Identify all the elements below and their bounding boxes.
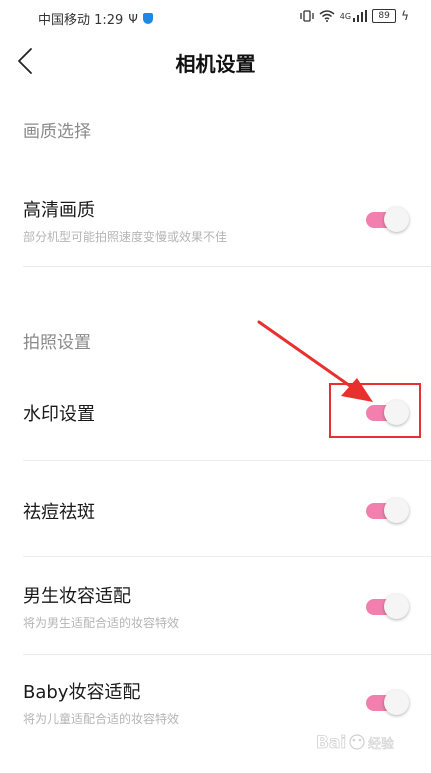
setting-label: Baby妆容适配 — [23, 682, 141, 703]
setting-row-hd-quality: 高清画质 部分机型可能拍照速度变慢或效果不佳 — [0, 190, 431, 266]
status-bar: 中国移动 1:29 Ψ 4G 89 ϟ — [0, 0, 431, 34]
setting-subtitle: 将为儿童适配合适的妆容特效 — [23, 712, 180, 726]
svg-text:Bai: Bai — [316, 733, 346, 753]
battery-level: 89 — [378, 11, 390, 21]
toggle-knob — [384, 690, 409, 715]
status-left: 中国移动 1:29 Ψ — [38, 9, 153, 28]
male-makeup-toggle[interactable] — [366, 594, 409, 619]
charging-icon: ϟ — [401, 9, 409, 23]
setting-label: 高清画质 — [23, 200, 95, 221]
status-right: 4G 89 ϟ — [300, 9, 409, 23]
hd-quality-toggle[interactable] — [366, 207, 409, 232]
setting-subtitle: 部分机型可能拍照速度变慢或效果不佳 — [23, 230, 228, 244]
setting-label: 男生妆容适配 — [23, 586, 131, 607]
divider — [23, 460, 431, 461]
baidu-watermark-logo: Bai 经验 — [316, 733, 394, 754]
section-title-photo: 拍照设置 — [23, 333, 91, 353]
header: 相机设置 — [0, 34, 431, 90]
carrier-time: 中国移动 1:29 — [38, 13, 124, 28]
toggle-knob — [384, 207, 409, 232]
signal-icon — [353, 10, 368, 22]
toggle-knob — [384, 594, 409, 619]
divider — [23, 654, 431, 655]
baby-makeup-toggle[interactable] — [366, 690, 409, 715]
setting-row-acne-removal: 祛痘祛斑 — [0, 470, 431, 556]
section-title-quality: 画质选择 — [23, 122, 91, 142]
usb-icon: Ψ — [128, 11, 138, 26]
annotation-arrow-icon — [257, 320, 373, 402]
wifi-icon — [319, 10, 335, 22]
setting-label: 祛痘祛斑 — [23, 502, 95, 523]
vibrate-icon — [300, 10, 314, 22]
setting-subtitle: 将为男生适配合适的妆容特效 — [23, 616, 180, 630]
battery-icon: 89 — [372, 9, 397, 23]
acne-removal-toggle[interactable] — [366, 498, 409, 523]
divider — [23, 556, 431, 557]
setting-label: 水印设置 — [23, 404, 95, 425]
network-type: 4G — [339, 11, 352, 21]
setting-row-male-makeup: 男生妆容适配 将为男生适配合适的妆容特效 — [0, 574, 431, 654]
divider — [23, 266, 431, 267]
page-title: 相机设置 — [175, 52, 256, 76]
camera-settings-page: 中国移动 1:29 Ψ 4G 89 ϟ 相机设置 画质选择 高清画质 部分机型可… — [0, 0, 431, 773]
shield-icon — [142, 13, 153, 24]
toggle-knob — [384, 498, 409, 523]
svg-text:经验: 经验 — [368, 736, 394, 752]
